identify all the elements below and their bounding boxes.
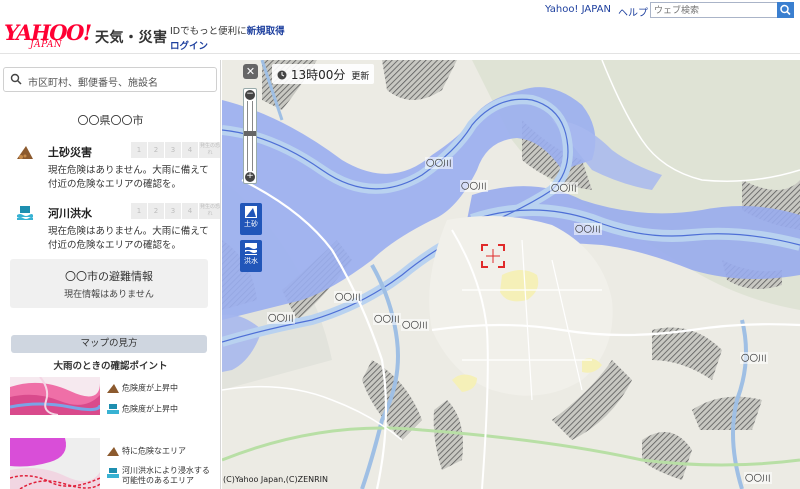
river-label: 〇〇川 (744, 472, 772, 484)
zoom-in-button[interactable]: + (245, 172, 255, 182)
flood-icon (107, 468, 119, 478)
legend-image-rising (10, 377, 100, 415)
location-title: 〇〇県〇〇市 (77, 114, 144, 127)
update-time-value: 13時00分 (290, 68, 346, 82)
evacuation-title: 〇〇市の避難情報 (65, 270, 153, 283)
evacuation-info: 〇〇市の避難情報 現在情報はありません (10, 259, 208, 308)
update-label: 更新 (351, 72, 370, 82)
flood-icon (17, 206, 33, 220)
id-promo-text: IDでもっと便利に (170, 26, 247, 37)
landslide-icon (17, 146, 33, 159)
web-search-input[interactable] (650, 2, 778, 18)
sidebar: 市区町村、郵便番号、施設名 〇〇県〇〇市 土砂災害 1 2 3 4 発生の恐れ … (0, 60, 221, 489)
level-2: 2 (148, 203, 164, 219)
risk-name: 土砂災害 (48, 146, 92, 159)
legend-item: 危険度が上昇中 (107, 404, 178, 415)
help-link[interactable]: ヘルプ (618, 4, 648, 19)
web-search-button[interactable] (777, 2, 794, 18)
register-link[interactable]: 新規取得 (247, 26, 285, 37)
zoom-out-button[interactable]: − (245, 90, 255, 100)
layer-label: 土砂 (244, 220, 258, 228)
zoom-control[interactable]: − + (243, 88, 257, 184)
landslide-icon (107, 447, 119, 456)
yahoo-japan-link[interactable]: Yahoo! JAPAN (545, 4, 611, 15)
service-title[interactable]: 天気・災害 (95, 27, 168, 47)
id-promo: IDでもっと便利に新規取得 (170, 25, 285, 38)
legend-item: 危険度が上昇中 (107, 383, 178, 394)
login-link[interactable]: ログイン (170, 38, 208, 52)
landslide-icon (107, 384, 119, 393)
flood-layer-button[interactable]: 洪水 (240, 240, 262, 272)
page-header: YAHOO! JAPAN 天気・災害 IDでもっと便利に新規取得 ログイン Ya… (0, 0, 800, 54)
clock-icon (277, 70, 287, 80)
river-label: 〇〇川 (334, 291, 362, 303)
map-guide-button[interactable]: マップの見方 (11, 335, 207, 353)
river-label: 〇〇川 (574, 223, 602, 235)
legend-item: 特に危険なエリア (107, 446, 186, 457)
river-label: 〇〇川 (267, 312, 295, 324)
river-label: 〇〇川 (401, 319, 429, 331)
risk-description: 現在危険はありません。大雨に備えて付近の危険なエリアの確認を。 (48, 226, 209, 251)
risk-level-scale: 1 2 3 4 発生の恐れ (131, 142, 220, 158)
legend-item: 河川洪水により浸水する可能性のあるエリア (107, 466, 211, 486)
layer-label: 洪水 (244, 257, 258, 265)
map-canvas[interactable] (222, 60, 800, 489)
yahoo-logo[interactable]: YAHOO! JAPAN (4, 22, 92, 52)
zoom-slider-handle[interactable] (244, 131, 256, 136)
legend-label: 危険度が上昇中 (122, 404, 178, 414)
close-icon[interactable]: ✕ (243, 64, 258, 79)
evacuation-status: 現在情報はありません (64, 290, 154, 300)
search-icon (10, 73, 22, 85)
risk-description: 現在危険はありません。大雨に備えて付近の危険なエリアの確認を。 (48, 165, 209, 190)
level-1: 1 (131, 203, 147, 219)
update-time: 13時00分 更新 (272, 64, 375, 84)
river-label: 〇〇川 (425, 157, 453, 169)
map-copyright: (C)Yahoo Japan,(C)ZENRIN (223, 475, 329, 484)
legend-label: 危険度が上昇中 (122, 383, 178, 393)
location-search-field[interactable]: 市区町村、郵便番号、施設名 (3, 67, 217, 92)
level-occurring: 発生の恐れ (199, 203, 220, 219)
magnifier-icon (780, 4, 791, 16)
landslide-layer-button[interactable]: 土砂 (240, 203, 262, 235)
landslide-icon (245, 206, 257, 218)
level-3: 3 (165, 142, 181, 158)
hazard-map[interactable]: 〇〇川 〇〇川 〇〇川 〇〇川 〇〇川 〇〇川 〇〇川 〇〇川 〇〇川 〇〇川 … (222, 60, 800, 489)
crosshair-target-icon (481, 244, 505, 268)
legend-image-danger (10, 438, 100, 489)
zoom-slider-track[interactable] (247, 101, 253, 171)
river-label: 〇〇川 (550, 182, 578, 194)
level-4: 4 (182, 203, 198, 219)
level-1: 1 (131, 142, 147, 158)
river-label: 〇〇川 (740, 352, 768, 364)
location-search-placeholder: 市区町村、郵便番号、施設名 (28, 78, 158, 89)
flood-icon (245, 243, 257, 255)
risk-level-scale: 1 2 3 4 発生の恐れ (131, 203, 220, 219)
river-label: 〇〇川 (373, 313, 401, 325)
guide-title: 大雨のときの確認ポイント (53, 361, 168, 372)
river-label: 〇〇川 (460, 180, 488, 192)
legend-label: 河川洪水により浸水する可能性のあるエリア (122, 466, 210, 485)
level-2: 2 (148, 142, 164, 158)
level-occurring: 発生の恐れ (199, 142, 220, 158)
legend-label: 特に危険なエリア (122, 446, 186, 456)
logo-sub: JAPAN (30, 40, 63, 50)
level-3: 3 (165, 203, 181, 219)
risk-name: 河川洪水 (48, 207, 92, 220)
level-4: 4 (182, 142, 198, 158)
flood-icon (107, 404, 119, 414)
